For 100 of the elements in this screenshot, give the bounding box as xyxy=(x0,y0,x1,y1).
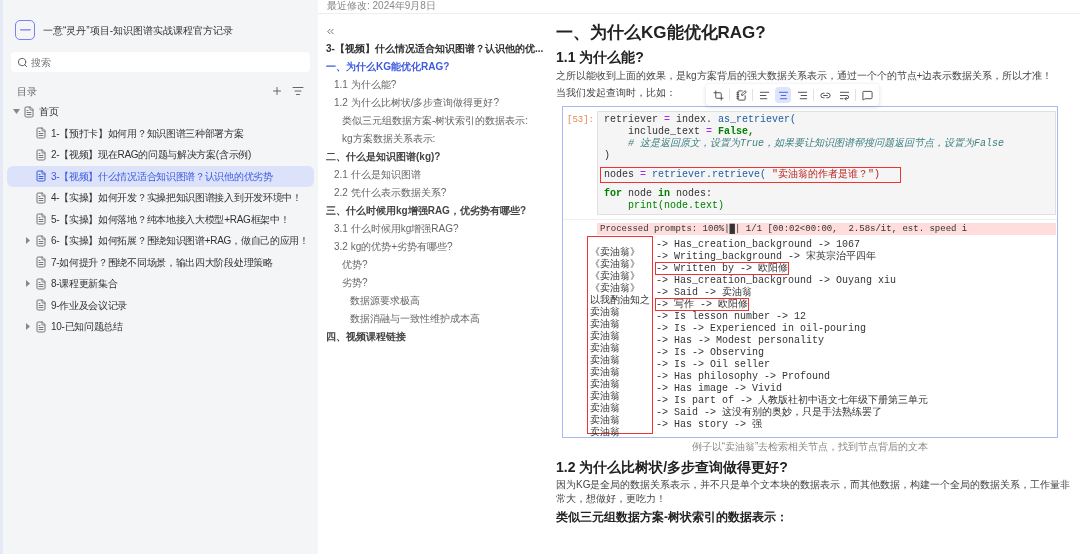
code-line: print(node.text) xyxy=(627,200,725,212)
caret-right-icon[interactable] xyxy=(26,323,30,331)
output-line: -> Is -> Experienced in oil-pouring xyxy=(656,323,867,334)
last-modified: 最近修改: 2024年9月8日 xyxy=(326,0,437,12)
output-line: -> Written by -> 欧阳修 xyxy=(656,263,789,274)
output-line: -> Is -> Oil seller xyxy=(656,359,771,370)
output-line: -> Is part of -> 人教版社初中语文七年级下册第三单元 xyxy=(656,395,929,406)
outline-item[interactable]: 3.1 什么时候用kg增强RAG? xyxy=(334,219,550,237)
outline-item[interactable]: 三、什么时候用kg增强RAG，优劣势有哪些? xyxy=(326,201,550,219)
output-subject: 卖油翁 xyxy=(590,355,620,366)
sidebar-item[interactable]: 4-【实操】如何开发？实操把知识图谱接入到开发环境中！ xyxy=(7,187,314,209)
subsection-heading: 类似三元组数据方案-树状索引的数据表示： xyxy=(556,510,789,525)
outline-item[interactable]: 1.1 为什么能? xyxy=(334,75,550,93)
output-subject: 卖油翁 xyxy=(590,391,620,402)
caret-right-icon[interactable] xyxy=(26,237,30,245)
crop-icon[interactable] xyxy=(710,87,726,103)
output-subject: 卖油翁 xyxy=(590,331,620,342)
workspace-title: 一意“灵丹”项目-知识图谱实战课程官方记录 xyxy=(43,23,233,38)
sidebar-item[interactable]: 3-【视频】什么情况适合知识图谱？认识他的优劣势 xyxy=(7,165,314,187)
output-line: -> Has philosophy -> Profound xyxy=(656,371,831,382)
outline-item[interactable]: 劣势? xyxy=(342,273,550,291)
sidebar-item[interactable]: 1-【预打卡】如何用？知识图谱三种部署方案 xyxy=(7,122,314,144)
outline-item[interactable]: 二、什么是知识图谱(kg)? xyxy=(326,147,550,165)
output-subject: 卖油翁 xyxy=(590,403,620,414)
align-center-icon[interactable] xyxy=(775,87,791,103)
cell-prompt: [53]: xyxy=(566,114,595,127)
document-icon xyxy=(35,234,47,247)
output-subject: 卖油翁 xyxy=(590,343,620,354)
sidebar-item[interactable]: 6-【实操】如何拓展？围绕知识图谱+RAG，做自己的应用！ xyxy=(7,230,314,252)
caret-right-icon[interactable] xyxy=(26,280,30,288)
output-line: -> Is lesson number -> 12 xyxy=(656,311,807,322)
output-line: -> 写作 -> 欧阳修 xyxy=(656,299,748,310)
code-line: include_text = False, # 这是返回原文，设置为True，如果要让知识图谱帮搜问题返回节点，设置为False xyxy=(627,126,1005,150)
outline-item[interactable]: 优势? xyxy=(342,255,550,273)
document-icon xyxy=(35,127,47,140)
output-line: -> Said -> 这没有别的奥妙，只是手法熟练罢了 xyxy=(656,407,882,418)
output-subject: 以我酌油知之 xyxy=(590,295,650,306)
output-line: -> Has image -> Vivid xyxy=(656,383,783,394)
output-subject: 《卖油翁》 xyxy=(590,259,640,270)
output-subject: 《卖油翁》 xyxy=(590,247,640,258)
sidebar-item[interactable]: 2-【视频】现在RAG的问题与解决方案(含示例) xyxy=(7,144,314,166)
output-line: -> Has -> Modest personality xyxy=(656,335,825,346)
outline-title: 3-【视频】什么情况适合知识图谱？认识他的优... xyxy=(326,41,545,56)
toc-label: 目录 xyxy=(17,84,37,99)
output-subject: 《卖油翁》 xyxy=(590,283,640,294)
output-line: -> Is -> Observing xyxy=(656,347,765,358)
output-line: -> Has story -> 强 xyxy=(656,419,762,430)
sidebar-item[interactable]: 9-作业及会议记录 xyxy=(7,294,314,316)
outline-item[interactable]: 数据消融与一致性维护成本高 xyxy=(350,309,550,327)
add-icon[interactable] xyxy=(271,85,283,97)
code-line: retriever = index. as_retriever( xyxy=(604,114,798,126)
output-subject: 卖油翁 xyxy=(590,319,620,330)
progress-output: Processed prompts: 100%|█| 1/1 [00:02<00:00, 2.58s/it, est. speed i xyxy=(597,223,1056,235)
output-line: -> Said -> 卖油翁 xyxy=(656,287,752,298)
output-subject: 《卖油翁》 xyxy=(590,271,640,282)
sidebar-item[interactable]: 7-如何提升？围绕不同场景，输出四大阶段处理策略 xyxy=(7,251,314,273)
outline-item[interactable]: 数据源要求极高 xyxy=(350,291,550,309)
sidebar-item[interactable]: 5-【实操】如何落地？纯本地接入大模型+RAG框架中！ xyxy=(7,208,314,230)
document-icon xyxy=(35,170,47,183)
outline-item[interactable]: 1.2 为什么比树状/多步查询做得更好? xyxy=(334,93,550,111)
output-line: -> Writing_background -> 宋英宗治平四年 xyxy=(656,251,877,262)
outline-item[interactable]: 3.2 kg的优势+劣势有哪些? xyxy=(334,237,550,255)
outline-item[interactable]: 类似三元组数据方案-树状索引的数据表示: xyxy=(342,111,550,129)
output-subject: 卖油翁 xyxy=(590,307,620,318)
output-subject: 卖油翁 xyxy=(590,415,620,426)
output-line: -> Has_creation_background -> Ouyang xiu xyxy=(656,275,897,286)
search-icon xyxy=(17,56,28,68)
collapse-icon[interactable] xyxy=(325,26,336,37)
outline-item[interactable]: 2.2 凭什么表示数据关系? xyxy=(334,183,550,201)
image-caption: 例子以“卖油翁”去检索相关节点，找到节点背后的文本 xyxy=(690,440,930,453)
workspace-logo: 一 xyxy=(15,20,35,40)
document-icon xyxy=(35,213,47,226)
document-icon xyxy=(35,191,47,204)
section-heading: 一、为什么KG能优化RAG? xyxy=(556,22,767,44)
outline-item[interactable]: 四、视频课程链接 xyxy=(326,327,550,345)
outline-item[interactable]: 一、为什么KG能优化RAG? xyxy=(326,57,550,75)
sidebar-item[interactable]: 首页 xyxy=(7,101,314,123)
subsection-heading: 1.2 为什么比树状/多步查询做得更好? xyxy=(556,458,789,476)
outline-item[interactable]: kg方案数据关系表示: xyxy=(342,129,550,147)
paragraph: 当我们发起查询时，比如： xyxy=(556,86,676,100)
paragraph: 之所以能收到上面的效果，是kg方案背后的强大数据关系表示，通过一个个的节点+边表示数据关系，所以才准！ xyxy=(556,69,1054,83)
subsection-heading: 1.1 为什么能? xyxy=(556,48,645,66)
output-subject: 卖油翁 xyxy=(590,379,620,390)
note-icon[interactable] xyxy=(733,87,749,103)
document-icon xyxy=(35,320,47,333)
list-settings-icon[interactable] xyxy=(292,85,304,97)
output-subject: 卖油翁 xyxy=(590,367,620,378)
code-line: for node in nodes: xyxy=(604,188,714,200)
search-field[interactable]: 搜索 xyxy=(11,52,310,72)
paragraph: 因为KG是全局的数据关系表示，并不只是单个文本块的数据表示，而其他数据，构建一个全局的数据关系，工作量非常大，想做好，更吃力！ xyxy=(556,478,1072,506)
caret-down-icon[interactable] xyxy=(12,109,20,115)
sidebar-item[interactable]: 8-课程更新集合 xyxy=(7,273,314,295)
code-line: ) xyxy=(604,150,611,162)
sidebar-item[interactable]: 10-已知问题总结 xyxy=(7,316,314,338)
output-line: -> Has_creation_background -> 1067 xyxy=(656,239,861,250)
document-icon xyxy=(35,256,47,269)
document-icon xyxy=(35,299,47,312)
document-icon xyxy=(35,277,47,290)
outline-item[interactable]: 2.1 什么是知识图谱 xyxy=(334,165,550,183)
document-icon xyxy=(23,105,35,118)
